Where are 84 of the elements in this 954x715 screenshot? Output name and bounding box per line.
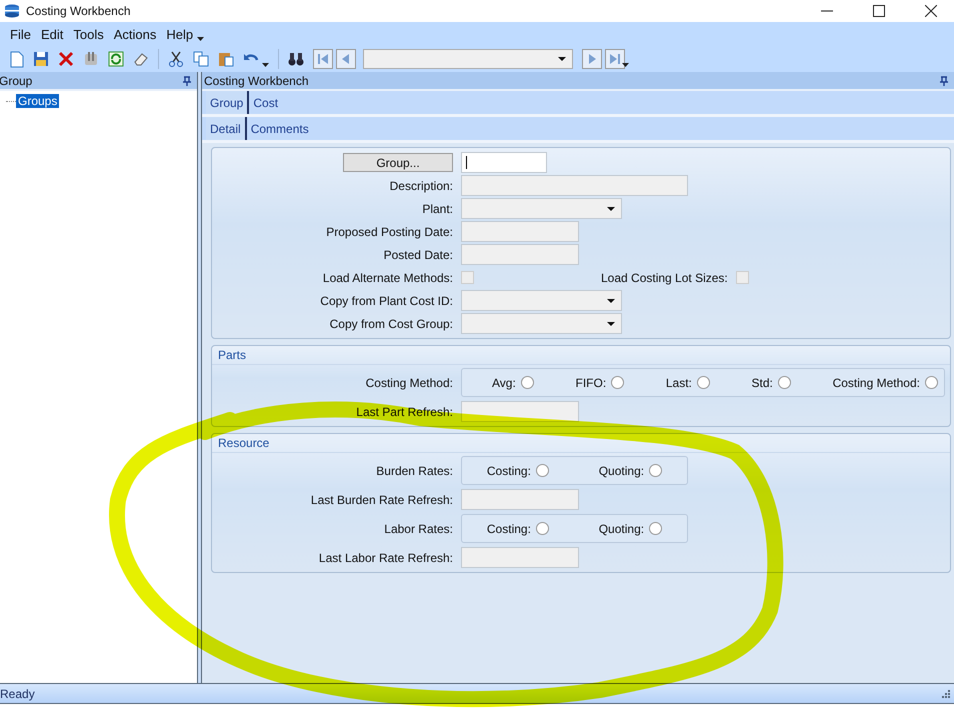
dropdown-field[interactable] [461, 313, 622, 334]
field-label: Burden Rates: [376, 464, 453, 478]
first-record-icon[interactable] [313, 49, 333, 69]
field-label: Load Costing Lot Sizes: [601, 270, 728, 284]
menu-item[interactable]: Tools [73, 26, 104, 42]
caret-icon [558, 57, 566, 61]
radio-button[interactable] [649, 522, 662, 535]
radio-button[interactable] [696, 376, 710, 389]
close-icon[interactable] [925, 5, 937, 17]
input-field[interactable] [461, 175, 688, 196]
radio-button[interactable] [778, 376, 791, 389]
refresh-icon[interactable] [108, 51, 124, 67]
copy-icon[interactable] [193, 51, 209, 67]
panel-title: Costing Workbench [204, 74, 308, 88]
tab[interactable]: Detail [206, 117, 247, 140]
previous-record-icon[interactable] [336, 49, 356, 69]
caret-icon[interactable] [262, 63, 269, 67]
field-label: Description: [390, 178, 453, 192]
radio-button[interactable] [536, 522, 549, 535]
radio-label: Quoting: [598, 464, 644, 478]
radio-label: Avg: [492, 376, 516, 390]
pin-icon[interactable] [940, 76, 948, 86]
field-label: Posted Date: [384, 248, 453, 262]
binoculars-icon[interactable] [288, 52, 304, 66]
field-label: Copy from Plant Cost ID: [320, 294, 453, 308]
input-field[interactable] [461, 244, 579, 265]
field-label: Last Labor Rate Refresh: [318, 550, 453, 564]
group-title: Parts [212, 346, 950, 365]
radio-button[interactable] [649, 464, 662, 477]
radio-button[interactable] [924, 376, 938, 389]
cut-icon[interactable] [168, 51, 184, 67]
field-label: Plant: [422, 202, 453, 216]
radio-label: Costing: [486, 464, 531, 478]
radio-button[interactable] [520, 376, 534, 389]
radio-label: Std: [752, 376, 773, 390]
caret-icon[interactable] [197, 37, 204, 41]
checkbox[interactable] [461, 271, 474, 284]
menu-item[interactable]: Edit [40, 26, 64, 42]
dropdown-field[interactable] [461, 290, 622, 311]
record-dropdown[interactable] [363, 49, 573, 69]
app-icon [4, 4, 20, 18]
save-icon[interactable] [33, 51, 49, 67]
field-label: Last Burden Rate Refresh: [310, 492, 453, 506]
caret-icon [607, 322, 615, 326]
resize-grip-icon[interactable] [941, 689, 950, 698]
tab[interactable]: Cost [249, 91, 282, 114]
checkbox[interactable] [736, 271, 749, 284]
radio-label: Last: [666, 376, 692, 390]
caret-icon [607, 298, 615, 302]
input-field[interactable] [461, 221, 579, 242]
new-document-icon[interactable] [10, 50, 24, 68]
menu-item[interactable]: Help [166, 26, 194, 42]
caret-icon [607, 206, 615, 210]
dropdown-field[interactable] [461, 198, 622, 219]
delete-icon[interactable] [58, 51, 74, 67]
input-field[interactable] [461, 547, 579, 568]
tab[interactable]: Group [206, 91, 250, 114]
menu-item[interactable]: Actions [114, 26, 156, 42]
field-label: Load Alternate Methods: [322, 270, 453, 284]
paste-icon[interactable] [218, 51, 234, 67]
radio-label: Costing: [486, 522, 531, 536]
window-title: Costing Workbench [26, 4, 130, 18]
field-label: Labor Rates: [384, 522, 453, 536]
pin-icon[interactable] [183, 76, 191, 86]
next-record-icon[interactable] [582, 49, 602, 69]
status-text: Ready [0, 686, 35, 700]
menu-item[interactable]: File [10, 26, 31, 42]
caret-icon[interactable] [622, 63, 629, 67]
input-field[interactable] [461, 489, 579, 510]
group-title: Resource [212, 434, 950, 453]
radio-button[interactable] [611, 376, 624, 389]
tab[interactable]: Comments [246, 117, 313, 140]
radio-label: Costing Method: [832, 376, 920, 390]
radio-label: Quoting: [598, 522, 644, 536]
eraser-icon[interactable] [133, 51, 149, 67]
radio-label: FIFO: [575, 376, 606, 390]
input-field[interactable] [461, 152, 547, 173]
field-label: Proposed Posting Date: [326, 224, 453, 238]
tree-item[interactable]: Groups [16, 94, 60, 108]
field-label: Copy from Cost Group: [330, 316, 453, 330]
maximize-icon[interactable] [873, 5, 885, 17]
radio-button[interactable] [536, 464, 549, 477]
field-label: Costing Method: [366, 376, 453, 390]
group-button[interactable]: Group... [343, 153, 453, 172]
